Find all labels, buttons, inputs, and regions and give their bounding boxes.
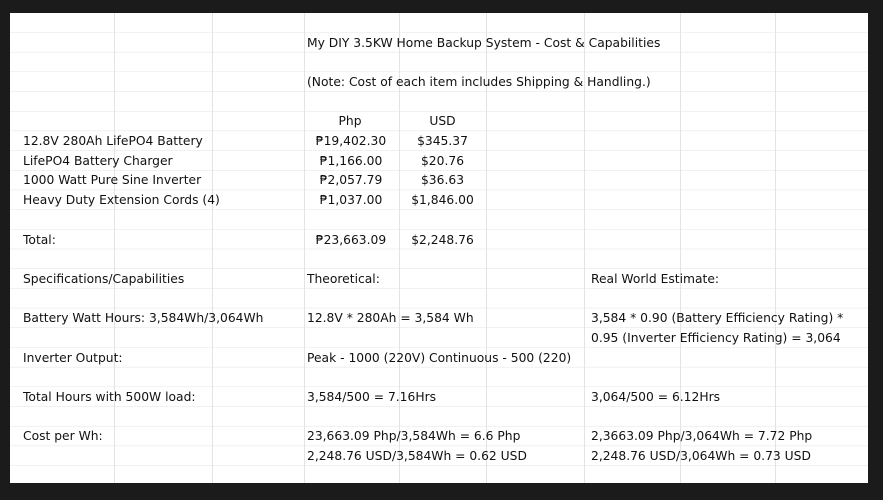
cost-per-wh-theoretical-php: 23,663.09 Php/3,584Wh = 6.6 Php (307, 429, 521, 443)
battery-wh-label: Battery Watt Hours: 3,584Wh/3,064Wh (23, 311, 264, 325)
column-divider (304, 13, 305, 483)
real-world-header: Real World Estimate: (591, 272, 720, 286)
item-php: ₱1,166.00 (319, 154, 383, 168)
column-divider (775, 13, 776, 483)
specs-label: Specifications/Capabilities (23, 272, 185, 286)
column-divider (680, 13, 681, 483)
item-php: ₱19,402.30 (315, 134, 387, 148)
total-hours-label: Total Hours with 500W load: (23, 390, 196, 404)
item-usd: $20.76 (420, 154, 465, 168)
total-label: Total: (23, 233, 56, 247)
item-usd: $36.63 (420, 173, 465, 187)
item-name: LifePO4 Battery Charger (23, 154, 173, 168)
item-php: ₱1,037.00 (319, 193, 383, 207)
item-usd: $1,846.00 (411, 193, 474, 207)
total-php: ₱23,663.09 (315, 233, 387, 247)
inverter-output-theoretical: Peak - 1000 (220V) Continuous - 500 (220… (307, 351, 572, 365)
total-hours-theoretical: 3,584/500 = 7.16Hrs (307, 390, 437, 404)
column-divider (114, 13, 115, 483)
column-divider (212, 13, 213, 483)
sheet-title: My DIY 3.5KW Home Backup System - Cost &… (307, 36, 661, 50)
cost-per-wh-theoretical-usd: 2,248.76 USD/3,584Wh = 0.62 USD (307, 449, 527, 463)
item-usd: $345.37 (417, 134, 468, 148)
item-name: 12.8V 280Ah LifePO4 Battery (23, 134, 203, 148)
usd-header: USD (429, 114, 456, 128)
cost-per-wh-label: Cost per Wh: (23, 429, 103, 443)
total-usd: $2,248.76 (411, 233, 474, 247)
item-name: Heavy Duty Extension Cords (4) (23, 193, 220, 207)
item-name: 1000 Watt Pure Sine Inverter (23, 173, 202, 187)
total-hours-real: 3,064/500 = 6.12Hrs (591, 390, 721, 404)
battery-wh-real-line2: 0.95 (Inverter Efficiency Rating) = 3,06… (591, 331, 841, 345)
inverter-output-label: Inverter Output: (23, 351, 123, 365)
item-php: ₱2,057.79 (319, 173, 383, 187)
php-header: Php (338, 114, 362, 128)
battery-wh-real-line1: 3,584 * 0.90 (Battery Efficiency Rating)… (591, 311, 844, 325)
shipping-note: (Note: Cost of each item includes Shippi… (307, 75, 651, 89)
spreadsheet: My DIY 3.5KW Home Backup System - Cost &… (10, 13, 868, 483)
cost-per-wh-real-usd: 2,248.76 USD/3,064Wh = 0.73 USD (591, 449, 811, 463)
theoretical-header: Theoretical: (307, 272, 380, 286)
cost-per-wh-real-php: 2,3663.09 Php/3,064Wh = 7.72 Php (591, 429, 813, 443)
battery-wh-theoretical: 12.8V * 280Ah = 3,584 Wh (307, 311, 474, 325)
